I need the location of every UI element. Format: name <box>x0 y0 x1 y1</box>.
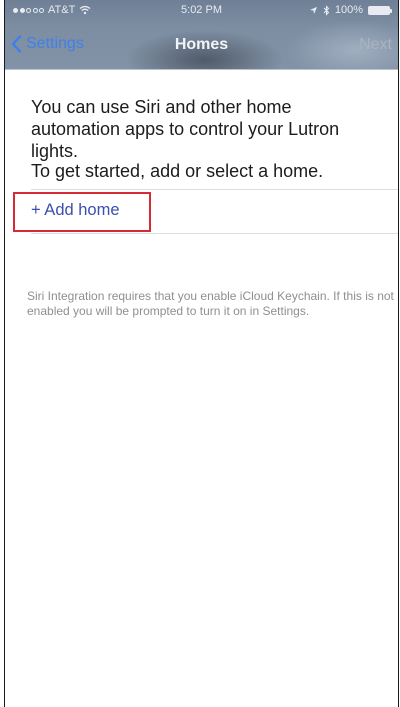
location-arrow-icon <box>309 6 317 14</box>
battery-icon <box>368 5 392 15</box>
divider <box>31 233 398 234</box>
next-button[interactable]: Next <box>359 36 392 54</box>
intro-text: You can use Siri and other home automati… <box>31 97 340 161</box>
icloud-keychain-note: Siri Integration requires that you enabl… <box>27 289 394 318</box>
add-home-button[interactable]: + Add home <box>31 201 120 220</box>
header: AT&T 5:02 PM 100% Settings Homes Next <box>5 0 398 70</box>
status-right: 100% <box>309 4 392 16</box>
divider <box>31 189 398 190</box>
bluetooth-icon <box>323 4 330 16</box>
status-bar: AT&T 5:02 PM 100% <box>5 0 398 22</box>
navigation-bar: Settings Homes Next <box>5 22 398 69</box>
battery-percent: 100% <box>334 4 363 16</box>
get-started-text: To get started, add or select a home. <box>31 161 324 181</box>
page-title: Homes <box>174 36 229 53</box>
phone-screen: AT&T 5:02 PM 100% Settings Homes Next Yo… <box>4 0 399 707</box>
